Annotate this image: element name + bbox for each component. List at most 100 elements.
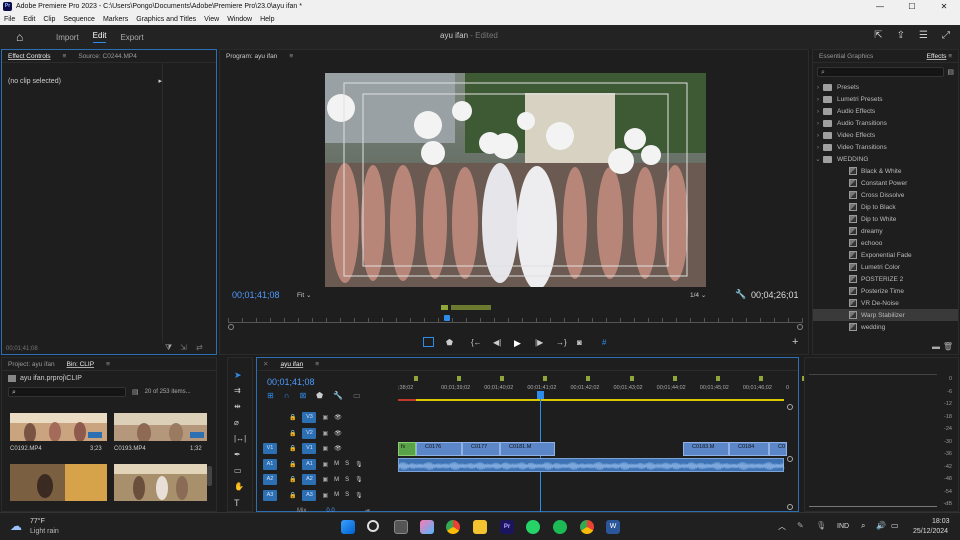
lock-icon[interactable]: 🔒: [289, 461, 296, 468]
bin-search-input[interactable]: ⌕: [8, 387, 126, 397]
menu-graphics[interactable]: Graphics and Titles: [136, 16, 196, 23]
clip-marker[interactable]: [672, 376, 677, 381]
audio-clip[interactable]: [398, 457, 785, 472]
track-label[interactable]: A3: [302, 489, 317, 501]
maximize-button[interactable]: ☐: [896, 0, 928, 13]
trash-icon[interactable]: 🗑: [943, 342, 953, 351]
effect-item[interactable]: Dip to White: [813, 213, 958, 225]
timeline-playhead-head[interactable]: [537, 391, 544, 399]
work-area-bar[interactable]: [451, 305, 491, 310]
chrome-profile-icon[interactable]: [580, 520, 594, 534]
new-bin-icon[interactable]: ▤: [947, 68, 954, 76]
mic-icon[interactable]: 🎙: [355, 476, 363, 483]
video-clip[interactable]: C0176: [416, 442, 462, 456]
mute-button[interactable]: M: [334, 461, 339, 467]
effect-item[interactable]: dreamy: [813, 225, 958, 237]
add-marker-icon[interactable]: ⬟: [316, 391, 323, 400]
chevron-down-icon[interactable]: ⌄: [813, 155, 823, 163]
start-icon[interactable]: [341, 520, 355, 534]
fullscreen-icon[interactable]: ⤢: [942, 30, 950, 41]
effect-item[interactable]: Cross Dissolve: [813, 189, 958, 201]
wrench-icon[interactable]: 🔧: [735, 289, 746, 300]
clip-thumbnail[interactable]: [10, 464, 107, 501]
selection-tool-icon[interactable]: ➤: [234, 370, 242, 381]
source-patch[interactable]: [263, 428, 277, 439]
tab-source[interactable]: Source: C0244.MP4: [78, 53, 137, 60]
clip-marker[interactable]: [457, 376, 462, 381]
effects-search-input[interactable]: ⌕: [817, 67, 944, 77]
scroll-handle-right[interactable]: [797, 324, 803, 330]
file-explorer-icon[interactable]: [473, 520, 487, 534]
snap-icon[interactable]: ⊞: [267, 391, 274, 400]
chevron-right-icon[interactable]: ›: [813, 120, 823, 127]
filter-icon[interactable]: ⧩: [165, 343, 172, 353]
settings-icon[interactable]: ⇄: [196, 343, 203, 352]
lock-icon[interactable]: 🔒: [289, 492, 296, 499]
clip-thumbnail[interactable]: [114, 413, 207, 441]
new-folder-icon[interactable]: ▬: [932, 342, 940, 351]
effect-item[interactable]: wedding: [813, 321, 958, 333]
tab-import[interactable]: Import: [56, 33, 79, 42]
linked-selection-icon[interactable]: ∩: [284, 391, 290, 400]
lock-icon[interactable]: 🔒: [289, 414, 296, 421]
video-clip[interactable]: C0181.M: [500, 442, 555, 456]
sync-lock-icon[interactable]: ▣: [322, 461, 328, 468]
caption-icon[interactable]: ▭: [353, 391, 361, 400]
track-select-icon[interactable]: ⇉: [234, 386, 241, 395]
track-label[interactable]: A2: [302, 474, 317, 485]
clip-marker[interactable]: [758, 376, 763, 381]
spotify-icon[interactable]: [553, 520, 567, 534]
chevron-right-icon[interactable]: ›: [813, 144, 823, 151]
battery-icon[interactable]: ▭: [891, 521, 899, 530]
workspaces-icon[interactable]: ☰: [919, 30, 928, 41]
scroll-handle-left[interactable]: [228, 324, 234, 330]
project-menu-icon[interactable]: ≡: [106, 361, 110, 368]
weather-temp[interactable]: 77°F: [30, 518, 45, 525]
play-icon[interactable]: ▶: [514, 338, 521, 349]
bin-scrollbar[interactable]: [207, 466, 212, 486]
effects-folder[interactable]: › Presets: [813, 81, 958, 93]
rectangle-tool-icon[interactable]: ▭: [234, 466, 242, 475]
clock-date[interactable]: 25/12/2024: [913, 528, 948, 535]
effect-item[interactable]: Lumetri Color: [813, 261, 958, 273]
premiere-taskbar-icon[interactable]: Pr: [500, 520, 514, 534]
program-playhead[interactable]: [444, 315, 450, 321]
sync-lock-icon[interactable]: ▣: [322, 414, 328, 421]
share-icon[interactable]: ⇪: [897, 30, 905, 41]
export-icon[interactable]: ⇲: [180, 343, 187, 352]
vscroll-top[interactable]: [787, 404, 793, 410]
copilot-icon[interactable]: [420, 520, 434, 534]
effect-item[interactable]: VR De-Noise: [813, 297, 958, 309]
tab-effects[interactable]: Effects: [927, 53, 947, 60]
effect-item[interactable]: Exponential Fade: [813, 249, 958, 261]
clip-marker[interactable]: [500, 376, 505, 381]
tab-edit[interactable]: Edit: [92, 31, 107, 43]
menu-help[interactable]: Help: [260, 16, 274, 23]
solo-button[interactable]: S: [345, 461, 349, 467]
hand-tool-icon[interactable]: ✋: [234, 482, 244, 491]
lock-icon[interactable]: 🔒: [289, 476, 296, 483]
effect-item[interactable]: echooo: [813, 237, 958, 249]
network-icon[interactable]: ⌕: [861, 521, 865, 531]
close-button[interactable]: ✕: [928, 0, 960, 13]
menu-markers[interactable]: Markers: [103, 16, 128, 23]
language-indicator[interactable]: IND: [837, 523, 849, 530]
tab-essential-graphics[interactable]: Essential Graphics: [819, 53, 873, 60]
mic-icon[interactable]: 🎙: [355, 492, 363, 499]
timeline-timecode[interactable]: 00;01;41;08: [267, 377, 315, 387]
whatsapp-icon[interactable]: [526, 520, 540, 534]
add-button-icon[interactable]: +: [792, 336, 798, 348]
tray-chevron-icon[interactable]: ︿: [778, 521, 786, 532]
effects-folder[interactable]: › Audio Effects: [813, 105, 958, 117]
chevron-right-icon[interactable]: ›: [813, 96, 823, 103]
track-label[interactable]: A1: [302, 458, 317, 470]
effect-item[interactable]: POSTERIZE 2: [813, 273, 958, 285]
menu-clip[interactable]: Clip: [43, 16, 55, 23]
effects-folder[interactable]: › Audio Transitions: [813, 117, 958, 129]
resolution-dropdown[interactable]: 1/4 ⌄: [690, 291, 706, 299]
track-label[interactable]: V3: [302, 412, 317, 423]
mic-icon[interactable]: 🎙: [355, 461, 363, 468]
source-patch[interactable]: A1: [263, 458, 277, 470]
vscroll-mid[interactable]: [787, 456, 793, 462]
clip-thumbnail[interactable]: [114, 464, 207, 501]
